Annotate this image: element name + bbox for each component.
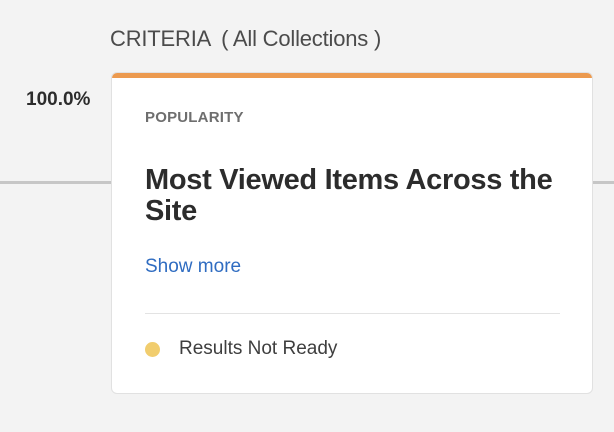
flow-connector-left <box>0 181 112 184</box>
status-text: Results Not Ready <box>179 338 338 359</box>
criteria-label: CRITERIA <box>110 26 212 51</box>
show-more-link[interactable]: Show more <box>145 256 241 278</box>
card-title: Most Viewed Items Across the Site <box>145 164 553 227</box>
criteria-header: CRITERIA ( All Collections ) <box>110 26 381 52</box>
percentage-label: 100.0% <box>26 89 91 110</box>
card-divider <box>145 313 560 314</box>
card-category: POPULARITY <box>145 109 244 126</box>
card-accent-bar <box>112 73 592 78</box>
status-dot-icon <box>145 341 160 357</box>
criteria-card[interactable]: POPULARITY Most Viewed Items Across the … <box>111 72 593 394</box>
flow-connector-right <box>592 181 614 184</box>
status-row: Results Not Ready <box>145 337 337 361</box>
criteria-scope: ( All Collections ) <box>221 26 382 51</box>
